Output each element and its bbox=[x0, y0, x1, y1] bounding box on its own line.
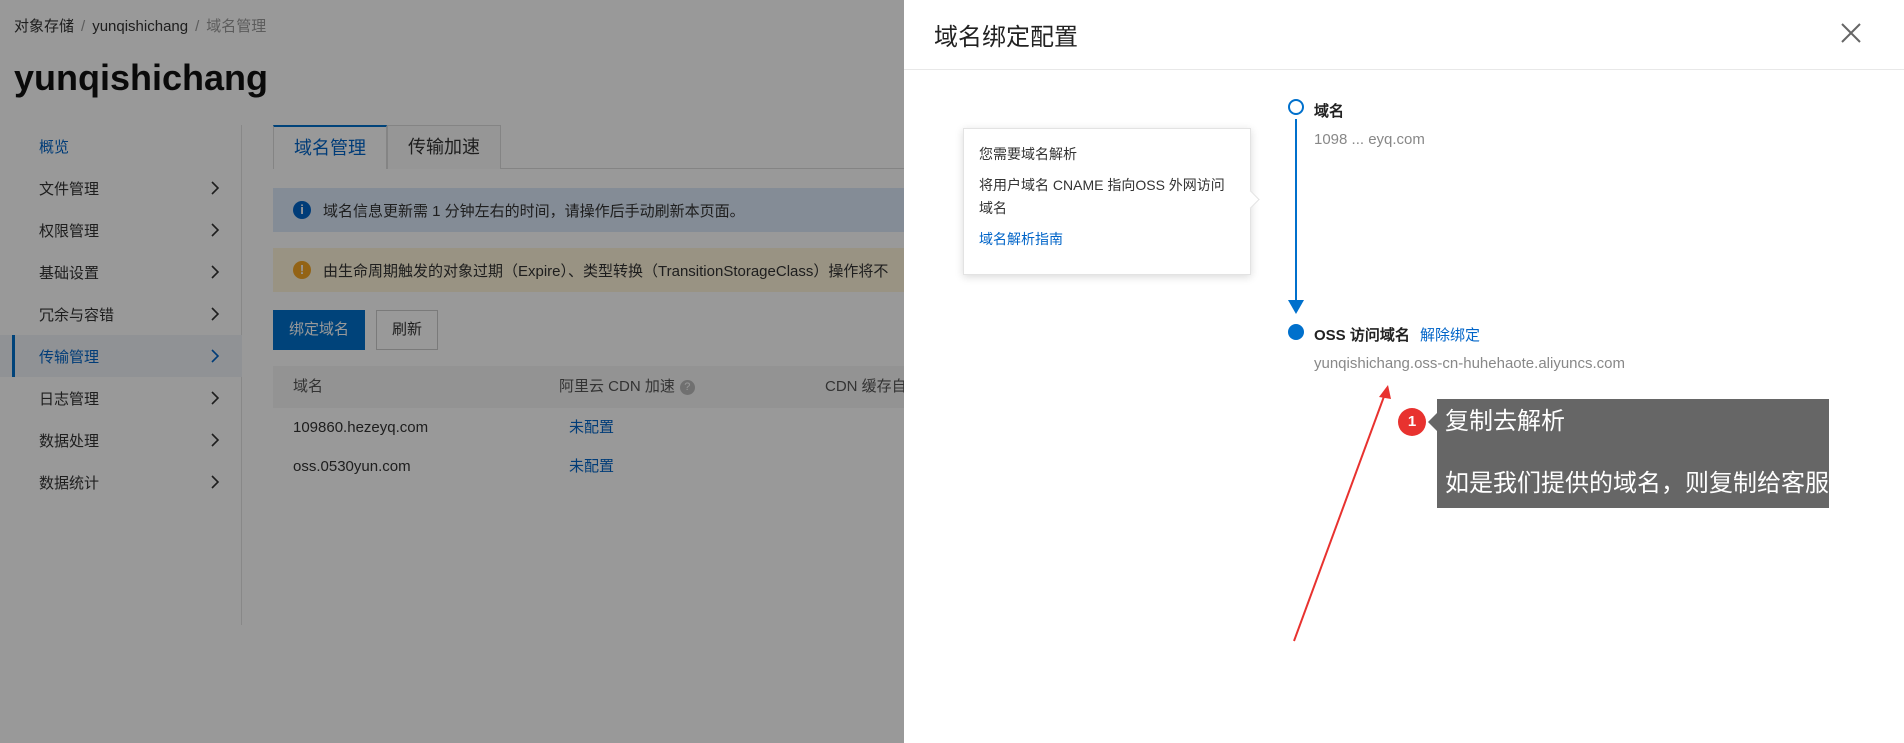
step-marker-oss bbox=[1288, 324, 1304, 340]
step-label-oss: OSS 访问域名 bbox=[1314, 327, 1410, 344]
callout-title: 复制去解析 bbox=[1445, 408, 1565, 435]
step-value-oss[interactable]: yunqishichang.oss-cn-huhehaote.aliyuncs.… bbox=[1314, 355, 1625, 372]
annotation-badge: 1 bbox=[1398, 408, 1426, 436]
popover-description: 将用户域名 CNAME 指向OSS 外网访问域名 bbox=[979, 177, 1225, 216]
unbind-link[interactable]: 解除绑定 bbox=[1420, 324, 1480, 345]
callout-body: 如是我们提供的域名，则复制给客服 bbox=[1445, 470, 1829, 497]
step-marker-domain bbox=[1288, 99, 1304, 115]
dns-guide-link[interactable]: 域名解析指南 bbox=[979, 229, 1235, 249]
step-connector bbox=[1295, 119, 1297, 305]
step-label-domain: 域名 bbox=[1314, 103, 1345, 120]
annotation-callout: 复制去解析 如是我们提供的域名，则复制给客服 bbox=[1428, 399, 1829, 508]
close-icon[interactable] bbox=[1838, 20, 1864, 46]
drawer-title: 域名绑定配置 bbox=[934, 24, 1078, 51]
redaction-mask bbox=[1127, 131, 1247, 149]
modal-overlay[interactable] bbox=[0, 0, 904, 743]
drawer-header: 域名绑定配置 bbox=[904, 0, 1904, 70]
dns-hint-popover: 您需要域名解析 将用户域名 CNAME 指向OSS 外网访问域名 域名解析指南 bbox=[963, 128, 1251, 275]
domain-binding-drawer: 域名绑定配置 您需要域名解析 将用户域名 CNAME 指向OSS 外网访问域名 … bbox=[904, 0, 1904, 743]
step-value-domain: 1098 ... eyq.com bbox=[1314, 131, 1425, 148]
step-arrow bbox=[1288, 300, 1304, 314]
